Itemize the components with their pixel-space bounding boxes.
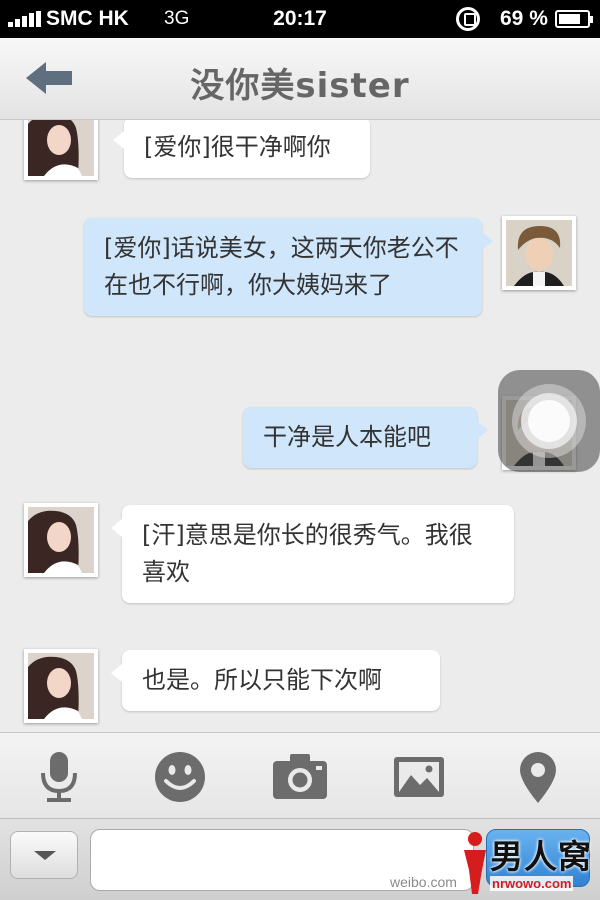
message-text: [汗]意思是你长的很秀气。我很喜欢 bbox=[142, 521, 473, 586]
battery-percent: 69 % bbox=[500, 7, 548, 30]
voice-button[interactable] bbox=[29, 749, 89, 805]
message-bubble[interactable]: 干净是人本能吧 bbox=[243, 407, 488, 468]
contact-avatar-photo bbox=[28, 653, 94, 719]
message-bubble[interactable]: [爱你]话说美女，这两天你老公不在也不行啊，你大姨妈来了 bbox=[84, 218, 493, 316]
contact-avatar[interactable] bbox=[24, 649, 98, 723]
contact-avatar[interactable] bbox=[24, 503, 98, 577]
battery-icon bbox=[555, 10, 593, 28]
assistive-touch-button[interactable] bbox=[498, 370, 600, 472]
chat-area[interactable]: [爱你]很干净啊你 [爱你]话说美女，这两天你老公不在也不行啊，你大姨妈来了 干… bbox=[0, 120, 600, 732]
message-text: [爱你]很干净啊你 bbox=[144, 133, 331, 161]
message-text: 也是。所以只能下次啊 bbox=[142, 666, 382, 694]
message-text: [爱你]话说美女，这两天你老公不在也不行啊，你大姨妈来了 bbox=[104, 234, 459, 299]
contact-avatar-photo bbox=[28, 120, 94, 176]
emoji-icon bbox=[155, 752, 205, 802]
contact-avatar[interactable] bbox=[24, 120, 98, 180]
camera-icon bbox=[273, 754, 327, 799]
chat-title: 没你美sister bbox=[190, 66, 410, 106]
camera-button[interactable] bbox=[270, 749, 330, 805]
message-bubble[interactable]: 也是。所以只能下次啊 bbox=[111, 650, 440, 711]
user-avatar-photo bbox=[506, 220, 572, 286]
nav-bar: 没你美sister bbox=[0, 38, 600, 120]
rotation-lock-icon bbox=[456, 7, 480, 31]
user-avatar[interactable] bbox=[502, 216, 576, 290]
expand-button[interactable] bbox=[10, 831, 78, 879]
image-icon bbox=[394, 757, 444, 797]
gallery-button[interactable] bbox=[389, 749, 449, 805]
message-bubble[interactable]: [爱你]很干净啊你 bbox=[113, 120, 370, 178]
watermark-domain: nrwowo.com bbox=[490, 876, 574, 891]
watermark-title: 男人窝 bbox=[490, 837, 592, 876]
microphone-icon bbox=[41, 752, 77, 802]
weibo-watermark: weibo.com bbox=[390, 874, 457, 890]
location-button[interactable] bbox=[508, 749, 568, 805]
status-bar: SMC HK 3G 20:17 69 % bbox=[0, 0, 600, 38]
emoji-button[interactable] bbox=[150, 749, 210, 805]
message-text: 干净是人本能吧 bbox=[263, 423, 431, 451]
message-bubble[interactable]: [汗]意思是你长的很秀气。我很喜欢 bbox=[111, 505, 514, 603]
location-icon bbox=[520, 752, 556, 803]
attachment-toolbar bbox=[0, 732, 600, 818]
contact-avatar-photo bbox=[28, 507, 94, 573]
watermark-logo: 男人窝 nrwowo.com bbox=[454, 826, 600, 900]
watermark-figure-icon bbox=[464, 832, 486, 894]
